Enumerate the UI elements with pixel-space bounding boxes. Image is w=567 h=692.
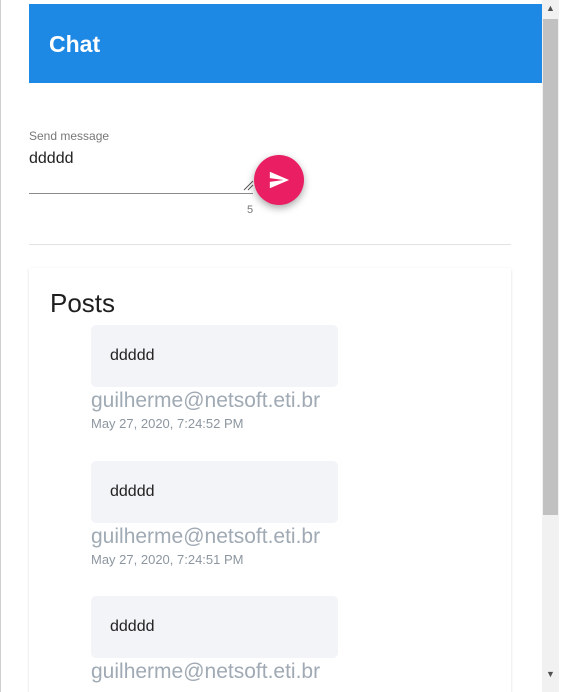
posts-heading: Posts [50, 288, 116, 318]
post-item: ddddd guilherme@netsoft.eti.br May 27, 2… [91, 325, 341, 432]
post-author: guilherme@netsoft.eti.br [91, 525, 321, 548]
section-divider [29, 244, 511, 245]
arrow-down-icon[interactable]: ▼ [542, 666, 559, 683]
resize-grip-icon[interactable] [242, 179, 254, 191]
post-timestamp: May 27, 2020, 7:24:51 PM [91, 552, 244, 567]
post-message: ddddd [91, 325, 338, 387]
page-title: Chat [49, 31, 101, 57]
post-message: ddddd [91, 596, 338, 658]
app-toolbar: Chat [29, 4, 542, 83]
send-message-label: Send message [29, 129, 110, 143]
send-button[interactable] [254, 155, 304, 205]
posts-card: Posts ddddd guilherme@netsoft.eti.br May… [29, 268, 511, 692]
window-edge [0, 0, 1, 692]
message-input[interactable] [29, 148, 253, 194]
character-counter: 5 [247, 204, 254, 216]
scrollbar-gutter [559, 0, 567, 692]
vertical-scrollbar[interactable]: ▲ ▼ [542, 0, 567, 692]
send-icon [269, 171, 290, 189]
post-author: guilherme@netsoft.eti.br [91, 660, 321, 683]
post-timestamp: May 27, 2020, 7:24:52 PM [91, 416, 244, 431]
scrollbar-thumb[interactable] [543, 19, 558, 515]
post-author: guilherme@netsoft.eti.br [91, 389, 321, 412]
post-item: ddddd guilherme@netsoft.eti.br May 27, 2… [91, 461, 341, 568]
post-item: ddddd guilherme@netsoft.eti.br [91, 596, 341, 687]
chat-page: Chat Send message 5 Posts ddddd guilherm… [0, 0, 567, 692]
post-message: ddddd [91, 461, 338, 523]
arrow-up-icon[interactable]: ▲ [542, 0, 559, 17]
